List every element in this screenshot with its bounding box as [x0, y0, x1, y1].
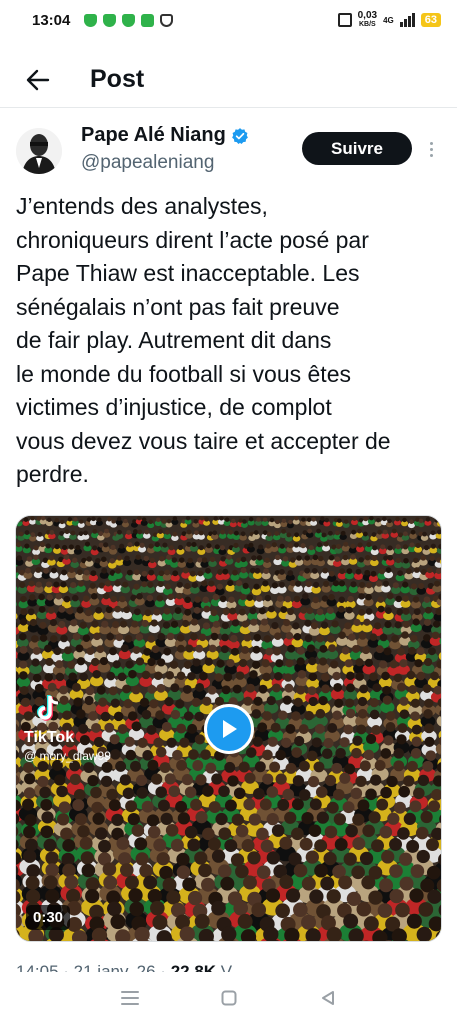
shield-app-icon: [122, 13, 136, 27]
home-square-icon: [221, 990, 236, 1006]
tweet-line: chroniqueurs dirent l’acte posé par: [16, 226, 369, 253]
nav-back-button[interactable]: [316, 986, 340, 1010]
play-icon: [223, 720, 237, 738]
nav-home-button[interactable]: [217, 986, 241, 1010]
system-nav-bar: [0, 972, 457, 1024]
more-vertical-icon[interactable]: [424, 136, 438, 162]
dice-app-icon: [141, 13, 155, 27]
shield-app-icon: [84, 13, 98, 27]
author-handle[interactable]: @papealeniang: [81, 152, 214, 174]
follow-button[interactable]: Suivre: [302, 132, 412, 165]
battery-indicator: 63: [420, 13, 441, 27]
back-triangle-icon: [321, 991, 334, 1005]
back-button[interactable]: [18, 60, 58, 100]
shield-app-icon: [103, 13, 117, 27]
network-type: 4G: [383, 15, 394, 25]
page-title: Post: [90, 65, 145, 93]
vibrate-icon: [337, 13, 352, 27]
tiktok-watermark: TikTok @ mory_diaw99: [24, 694, 111, 763]
tweet-line: sénégalais n’ont pas fait preuve: [16, 293, 340, 320]
tiktok-handle: @ mory_diaw99: [24, 749, 111, 763]
signal-icon: [399, 13, 415, 27]
tweet-line: victimes d’injustice, de complot: [16, 394, 332, 420]
avatar[interactable]: [16, 128, 62, 174]
shield-outline-icon: [160, 13, 174, 27]
tiktok-brand: TikTok: [24, 729, 75, 746]
top-header: Post: [0, 52, 457, 108]
play-button[interactable]: [204, 704, 254, 754]
verified-badge-icon: [231, 127, 248, 144]
video-duration: 0:30: [26, 905, 71, 930]
back-arrow-icon: [26, 69, 50, 90]
video-player[interactable]: TikTok @ mory_diaw99 0:30: [15, 515, 442, 942]
status-time: 13:04: [32, 11, 71, 29]
tweet-line: le monde du football si vous êtes: [16, 360, 351, 387]
author-name[interactable]: Pape Alé Niang: [81, 124, 226, 147]
nav-menu-button[interactable]: [118, 986, 142, 1010]
tweet-line: J’entends des analystes,: [16, 193, 268, 219]
menu-icon: [120, 991, 139, 1005]
tweet-line: vous devez vous taire et accepter de: [16, 427, 391, 454]
tweet-line: Pape Thiaw est inacceptable. Les: [16, 260, 360, 286]
tweet-line: de fair play. Autrement dit dans: [16, 327, 332, 353]
network-speed: 0,03 KB/S: [357, 10, 378, 29]
tweet-line: perdre.: [16, 461, 89, 487]
tiktok-logo-icon: [37, 695, 59, 721]
tweet-text: J’entends des analystes, chroniqueurs di…: [16, 190, 441, 492]
status-bar: 13:04 0,03 KB/S 4G 63: [0, 0, 457, 40]
author-row: Pape Alé Niang @papealeniang Suivre: [0, 122, 457, 182]
